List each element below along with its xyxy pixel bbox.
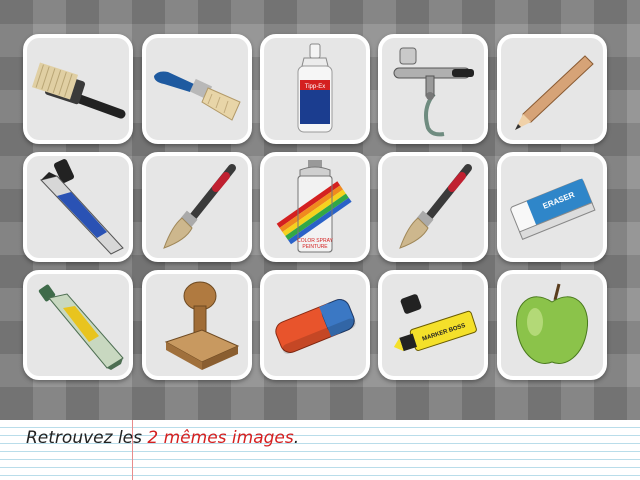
green-apple-icon	[515, 283, 589, 364]
permanent-marker-icon	[40, 159, 124, 255]
instruction-highlight: 2 mêmes images	[147, 428, 294, 448]
card-r1-c1[interactable]	[23, 34, 133, 144]
round-paintbrush-icon	[163, 164, 236, 249]
highlighter-icon: MARKER BOSS	[393, 294, 477, 352]
card-r2-c1[interactable]	[23, 152, 133, 262]
card-r2-c5[interactable]: ERASER	[497, 152, 607, 262]
card-r3-c3[interactable]	[260, 270, 370, 380]
round-paintbrush-icon	[399, 164, 472, 249]
instruction-text: Retrouvez les 2 mêmes images.	[26, 428, 299, 448]
wooden-pencil-icon	[515, 55, 594, 130]
card-r1-c3[interactable]: Tipp-Ex	[260, 34, 370, 144]
correction-fluid-bottle-icon: Tipp-Ex	[297, 43, 333, 133]
card-r3-c4[interactable]: MARKER BOSS	[378, 270, 488, 380]
card-r1-c2[interactable]	[142, 34, 252, 144]
card-r3-c2[interactable]	[142, 270, 252, 380]
card-r3-c1[interactable]	[23, 270, 133, 380]
rubber-stamp-icon	[164, 281, 240, 370]
airbrush-icon	[393, 47, 474, 137]
instruction-bar: Retrouvez les 2 mêmes images.	[0, 420, 640, 480]
wallpaper-brush-icon	[31, 62, 126, 119]
card-r2-c2[interactable]	[142, 152, 252, 262]
card-r2-c4[interactable]	[378, 152, 488, 262]
card-r2-c3[interactable]: COLOR SPRAY PEINTURE	[260, 152, 370, 262]
glue-tube-icon	[38, 284, 124, 370]
card-r1-c4[interactable]	[378, 34, 488, 144]
red-blue-eraser-icon	[275, 299, 356, 354]
instruction-suffix: .	[293, 428, 300, 448]
svg-text:PEINTURE: PEINTURE	[302, 244, 328, 250]
svg-text:Tipp-Ex: Tipp-Ex	[305, 84, 325, 90]
game-board: Tipp-Ex COLOR SPRAY PEINTURE ERASER MARK…	[0, 0, 640, 420]
flat-paintbrush-icon	[154, 71, 241, 121]
card-r3-c5[interactable]	[497, 270, 607, 380]
eraser-icon: ERASER	[510, 178, 596, 240]
spray-paint-can-icon: COLOR SPRAY PEINTURE	[276, 160, 352, 253]
card-r1-c5[interactable]	[497, 34, 607, 144]
instruction-prefix: Retrouvez les	[26, 428, 148, 448]
